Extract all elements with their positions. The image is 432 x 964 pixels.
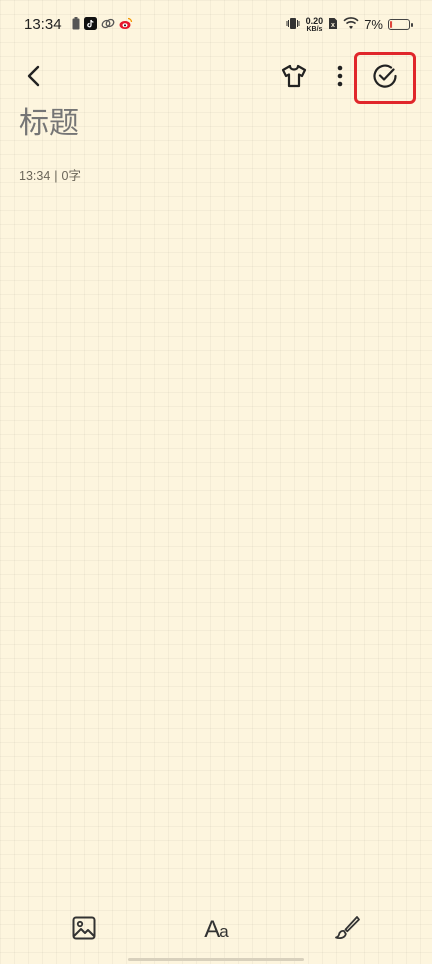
text-format-button[interactable]: Aa xyxy=(196,912,236,948)
status-time: 13:34 xyxy=(24,16,62,33)
tiktok-icon xyxy=(84,17,97,30)
chevron-left-icon xyxy=(23,64,45,92)
bottom-toolbar: Aa xyxy=(0,906,432,954)
font-icon: Aa xyxy=(204,916,229,944)
net-speed: 0.20 KB/s xyxy=(305,15,324,33)
net-speed-unit: KB/s xyxy=(306,25,323,33)
notification-icons xyxy=(72,17,133,30)
tshirt-icon xyxy=(280,63,308,93)
brush-button[interactable] xyxy=(327,912,367,948)
battery-fill xyxy=(390,21,392,28)
note-meta: 13:34 | 0字 xyxy=(19,165,81,184)
battery-icon xyxy=(388,19,413,30)
font-label-big: A xyxy=(204,916,220,943)
done-button[interactable] xyxy=(354,52,416,104)
image-icon xyxy=(71,915,97,945)
svg-text:x: x xyxy=(331,22,335,29)
battery-saver-icon xyxy=(72,17,80,30)
link-app-icon xyxy=(101,17,115,30)
theme-button[interactable] xyxy=(274,56,314,100)
system-icons: 0.20 KB/s x 7% xyxy=(285,15,413,34)
insert-image-button[interactable] xyxy=(64,912,104,948)
sim-icon: x xyxy=(328,15,338,34)
note-body-editor[interactable] xyxy=(19,195,413,895)
net-speed-value: 0.20 xyxy=(305,15,324,26)
more-vertical-icon xyxy=(337,64,343,92)
title-input[interactable] xyxy=(19,106,399,141)
word-count: 0字 xyxy=(61,169,81,183)
home-indicator[interactable] xyxy=(128,958,304,961)
editor-toolbar xyxy=(0,52,432,104)
vibrate-icon xyxy=(285,15,301,34)
note-time: 13:34 xyxy=(19,169,51,183)
meta-separator: | xyxy=(54,169,58,183)
status-bar: 13:34 0.20 KB/s x 7% xyxy=(0,0,432,50)
brush-icon xyxy=(333,914,361,946)
weibo-icon xyxy=(119,17,133,30)
font-label-small: a xyxy=(219,922,229,941)
wifi-icon xyxy=(343,15,359,34)
check-circle-icon xyxy=(371,62,399,94)
battery-percent: 7% xyxy=(364,17,383,32)
back-button[interactable] xyxy=(14,56,54,100)
more-button[interactable] xyxy=(324,56,356,100)
